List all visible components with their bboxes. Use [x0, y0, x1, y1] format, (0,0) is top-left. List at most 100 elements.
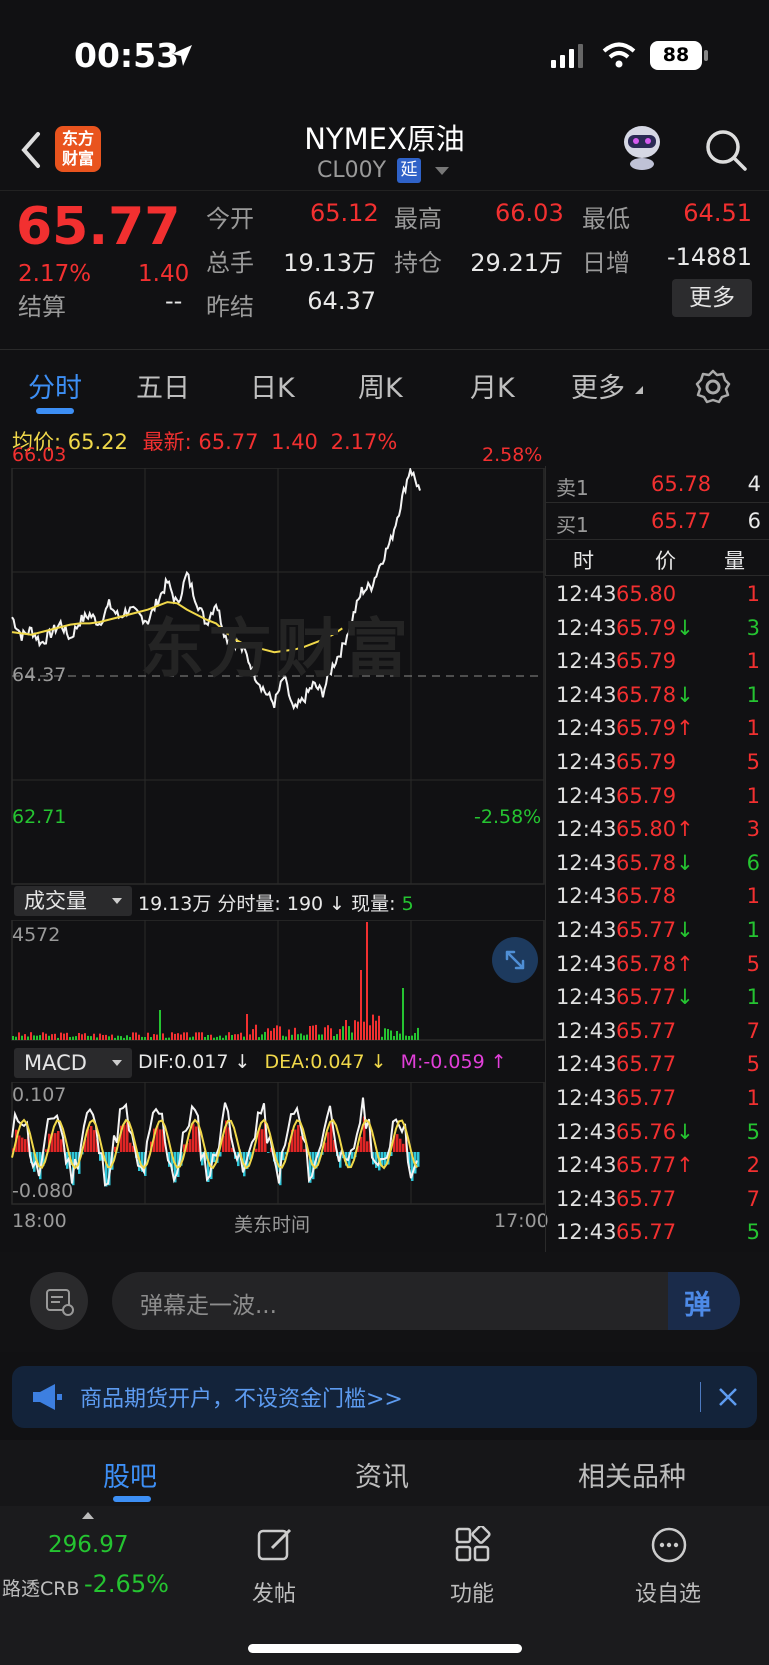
tab-related[interactable]: 相关品种	[578, 1455, 686, 1494]
volume-bar	[354, 1020, 356, 1040]
danmu-input[interactable]: 弹幕走一波... 弹	[112, 1272, 740, 1330]
index-percent[interactable]: -2.65%	[84, 1570, 169, 1598]
tab-news[interactable]: 资讯	[355, 1455, 409, 1494]
latest-percent: 2.17%	[330, 430, 398, 454]
tick-qty: 1	[746, 649, 760, 674]
macd-dea: DEA:0.047 ↓	[264, 1051, 387, 1073]
settle-value: --	[165, 287, 183, 315]
functions-button[interactable]: 功能	[412, 1516, 532, 1636]
volume-bar	[207, 1035, 209, 1040]
tab-daily-k[interactable]: 日K	[250, 366, 295, 405]
macd-bar	[123, 1124, 126, 1152]
last-price: 65.77	[16, 197, 181, 257]
volume-bar	[69, 1037, 71, 1040]
tick-direction-icon: ↓	[676, 850, 694, 875]
tab-weekly-k[interactable]: 周K	[358, 366, 403, 405]
volume-bar	[30, 1032, 32, 1040]
volume-bar	[39, 1035, 41, 1040]
volume-bar	[93, 1033, 95, 1040]
volume-bar	[243, 1036, 245, 1040]
volume-bar	[414, 1033, 416, 1040]
tab-monthly-k[interactable]: 月K	[470, 366, 515, 405]
macd-selector-label: MACD	[24, 1051, 87, 1075]
tab-more-caret-icon	[635, 386, 643, 394]
status-bar: 00:53 88	[0, 0, 769, 110]
tick-time: 12:43	[556, 615, 617, 640]
tick-qty: 6	[746, 850, 760, 875]
tick-price: 65.77	[616, 1086, 677, 1110]
wifi-icon	[602, 42, 636, 68]
tick-direction-icon: ↓	[676, 682, 694, 707]
intraday-chart-area[interactable]: 均价: 65.22 最新: 65.77 1.40 2.17% 东方财富 66.0…	[0, 422, 549, 1252]
volume-bar	[396, 1031, 398, 1040]
macd-bar	[396, 1134, 399, 1152]
tick-list[interactable]: 12:43 65.80 1 12:43 65.79↓ 3 12:43 65.79 1 12:43 6…	[545, 578, 769, 1254]
tick-time: 12:43	[556, 750, 617, 774]
index-value[interactable]: 296.97	[48, 1532, 128, 1558]
settings-gear-icon[interactable]	[695, 369, 731, 405]
symbol-dropdown-icon[interactable]	[435, 167, 449, 175]
volume-bar	[231, 1035, 233, 1040]
tick-time: 12:43	[556, 1018, 617, 1043]
volume-bar	[27, 1036, 29, 1040]
search-icon[interactable]	[704, 128, 748, 172]
macd-bar	[24, 1139, 27, 1152]
tab-5day[interactable]: 五日	[136, 366, 190, 405]
tick-direction-icon: ↑	[676, 1153, 694, 1178]
volume-bar	[294, 1027, 296, 1040]
edit-icon	[257, 1528, 292, 1561]
volume-bar	[105, 1034, 107, 1040]
tick-direction-icon: ↓	[676, 1119, 694, 1144]
volume-bar	[372, 1014, 374, 1040]
tick-price: 65.78↓	[616, 850, 694, 875]
tick-row: 12:43 65.78↓ 1	[546, 679, 769, 713]
tab-intraday[interactable]: 分时	[28, 366, 82, 405]
tab-more[interactable]: 更多	[571, 366, 625, 405]
tick-price: 65.79↑	[616, 716, 694, 741]
volume-bar	[369, 1025, 371, 1040]
post-label: 发帖	[251, 1582, 296, 1607]
header: 东方财富 NYMEX原油 CL00Y 延	[0, 110, 769, 190]
tick-qty: 5	[746, 1119, 760, 1144]
tick-price: 65.78	[616, 884, 677, 909]
close-icon[interactable]	[718, 1387, 738, 1407]
tab-forum[interactable]: 股吧	[103, 1455, 157, 1494]
volume-bar	[114, 1037, 116, 1040]
tick-row: 12:43 65.77↑ 2	[546, 1149, 769, 1183]
danmu-send-button[interactable]: 弹	[668, 1272, 740, 1330]
volume-bar	[192, 1036, 194, 1040]
index-name[interactable]: 路透CRB	[2, 1574, 80, 1601]
macd-indicator-select[interactable]: MACD	[14, 1048, 132, 1078]
tick-time: 12:43	[556, 783, 617, 808]
index-expand-icon[interactable]	[82, 1512, 94, 1519]
volume-bar	[267, 1028, 269, 1040]
tick-price: 65.79	[616, 783, 677, 808]
volume-bar	[141, 1036, 143, 1040]
robot-assistant-icon[interactable]	[618, 120, 666, 172]
tick-time: 12:43	[556, 951, 617, 976]
promo-banner[interactable]: 商品期货开户，不设资金门槛>>	[12, 1366, 757, 1428]
tick-price: 65.77	[616, 1018, 677, 1043]
volume-bar	[222, 1037, 224, 1040]
volume-bar	[216, 1036, 218, 1040]
volume-bar	[198, 1032, 200, 1040]
volume-bar	[357, 1021, 359, 1040]
volume-bars	[12, 922, 419, 1040]
post-button[interactable]: 发帖	[214, 1516, 334, 1636]
volume-bar	[246, 1014, 248, 1040]
avg-price-value: 65.22	[67, 430, 128, 454]
volume-value: 19.13万	[283, 249, 376, 277]
more-button[interactable]: 更多	[672, 279, 752, 317]
tick-row: 12:43 65.79 1	[546, 645, 769, 679]
volume-bar	[300, 1033, 302, 1040]
volume-bar	[342, 1026, 344, 1040]
volume-bar	[183, 1032, 185, 1040]
expand-icon[interactable]	[492, 937, 538, 983]
add-watchlist-button[interactable]: 设自选	[608, 1516, 728, 1636]
volume-indicator-select[interactable]: 成交量	[14, 886, 132, 916]
volume-bar	[324, 1027, 326, 1040]
volume-bar	[180, 1034, 182, 1040]
volume-bar	[21, 1035, 23, 1040]
danmu-toggle-icon[interactable]	[30, 1272, 88, 1330]
volume-bar	[258, 1037, 260, 1040]
